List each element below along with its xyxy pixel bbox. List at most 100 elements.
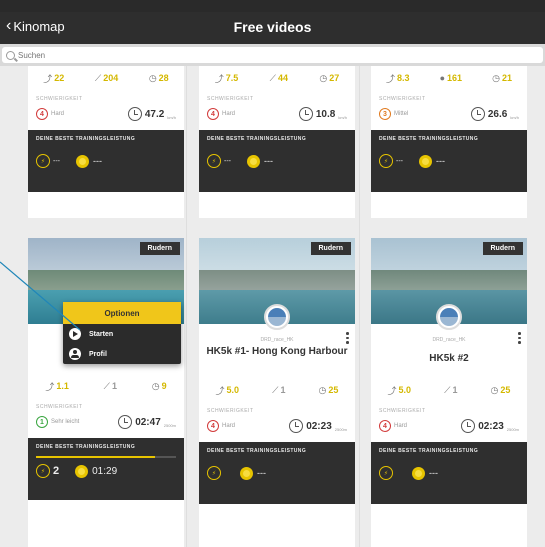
distance-stat: ⤴ 5.0 — [215, 385, 240, 396]
difficulty-text: Hard — [222, 423, 236, 429]
calories: ⚡ — [207, 466, 224, 480]
search-input[interactable] — [18, 50, 418, 60]
best-performance: DEINE BESTE TRAININGSLEISTUNG ⚡ --- --- — [371, 130, 527, 192]
search-box[interactable] — [2, 47, 543, 63]
distance-stat: ⤴ 1.1 — [45, 381, 69, 392]
calories: ⚡ — [379, 466, 396, 480]
difficulty-text: Sehr leicht — [51, 419, 80, 425]
best-time-value: --- — [429, 468, 438, 478]
best-time: --- — [76, 154, 102, 168]
difficulty-row: SCHWIERIGKEIT 4 Hard 10.8 km/h — [199, 90, 355, 130]
calories-value: --- — [224, 157, 231, 165]
time-value: 02:47 — [135, 416, 161, 428]
elevation-stat: ⟋ 44 — [269, 72, 288, 84]
time-unit: 2500m — [163, 422, 176, 428]
calories-value: --- — [396, 157, 403, 165]
video-card[interactable]: ⤴ 7.5 ⟋ 44 ◷ 27 SCHWIERIGKEIT 4 Hard 10.8 km/… — [199, 66, 355, 218]
time-stat: 02:23 2500m — [461, 419, 519, 433]
best-performance: DEINE BESTE TRAININGSLEISTUNG ⚡ --- --- — [28, 130, 184, 192]
best-time-value: 01:29 — [92, 465, 118, 477]
video-card[interactable]: Rudern Lagoonarium ⤴1.1 ⟋1 ◷9 SCHWIERIGK… — [28, 238, 184, 547]
more-options-icon[interactable] — [518, 332, 521, 344]
difficulty-row: SCHWIERIGKEIT 4 Hard 02:23 2500m — [199, 402, 355, 442]
author-name: DRD_race_HK — [260, 337, 294, 343]
flame-icon: ⚡ — [36, 464, 50, 478]
app: ‹ Kinomap Free videos ⤴22 ⟋204 ◷28 SCHWI… — [0, 0, 545, 547]
flame-icon: ⚡ — [36, 154, 50, 168]
menu-item-label: Starten — [89, 330, 114, 338]
flame-icon: ⚡ — [207, 466, 221, 480]
stopwatch-icon: ◷ — [492, 72, 500, 83]
calories: ⚡ --- — [207, 154, 231, 168]
best-performance-label: DEINE BESTE TRAININGSLEISTUNG — [207, 136, 307, 142]
difficulty-badge: 4 Hard — [207, 108, 235, 120]
difficulty-badge: 4 Hard — [379, 420, 407, 432]
elevation-icon: ⟋ — [94, 72, 102, 83]
best-performance: DEINE BESTE TRAININGSLEISTUNG ⚡ 2 01:29 — [28, 438, 184, 500]
clock-icon — [470, 107, 485, 121]
speed-stat: 10.8 km/h — [298, 107, 347, 121]
menu-item-profile[interactable]: Profil — [63, 344, 181, 364]
difficulty-text: Mittel — [394, 111, 409, 117]
best-time-value: --- — [93, 156, 102, 166]
best-time: 01:29 — [75, 464, 118, 478]
difficulty-badge: 3 Mittel — [379, 108, 408, 120]
more-options-icon[interactable] — [346, 332, 349, 344]
best-performance: DEINE BESTE TRAININGSLEISTUNG ⚡ --- --- — [199, 130, 355, 192]
difficulty-text: Hard — [394, 423, 408, 429]
best-time: --- — [247, 154, 273, 168]
difficulty-text: Hard — [51, 111, 65, 117]
distance-icon: ⤴ — [45, 381, 55, 392]
time-value: 02:23 — [306, 420, 332, 432]
search-icon — [6, 50, 15, 60]
avatar[interactable] — [436, 304, 462, 330]
menu-title: Optionen — [63, 302, 181, 324]
stopwatch-icon: ◷ — [490, 384, 499, 395]
search-bar — [0, 44, 545, 66]
calories-value: --- — [53, 157, 60, 165]
difficulty-level: 1 — [36, 416, 48, 428]
best-performance-label: DEINE BESTE TRAININGSLEISTUNG — [207, 448, 307, 454]
best-time-value: --- — [436, 156, 445, 166]
best-performance: DEINE BESTE TRAININGSLEISTUNG ⚡ --- — [199, 442, 355, 504]
best-time-value: --- — [264, 156, 273, 166]
stats-row: ⤴ 8.3 ● 161 ◷ 21 — [371, 66, 527, 90]
video-card[interactable]: Rudern DRD_race_HK HK5k #2 ⤴ 5.0 ⟋ 1 ◷ 25 S… — [371, 238, 527, 547]
stats-row: ⤴ 7.5 ⟋ 44 ◷ 27 — [199, 66, 355, 90]
duration-stat: ◷ 28 — [148, 72, 169, 84]
difficulty-level: 3 — [379, 108, 391, 120]
best-performance-label: DEINE BESTE TRAININGSLEISTUNG — [36, 444, 136, 450]
user-icon — [69, 348, 81, 360]
stopwatch-icon: ◷ — [319, 72, 328, 83]
video-card[interactable]: ⤴ 22 ⟋ 204 ◷ 28 SCHWIERIGKEIT 4 Hard 47.2 km/… — [28, 66, 184, 218]
calories: ⚡ --- — [379, 154, 403, 168]
duration-stat: ◷ 9 — [151, 380, 167, 392]
progress-fill — [36, 456, 155, 458]
navigation-bar: ‹ Kinomap Free videos — [0, 12, 545, 44]
distance-stat: ⤴ 7.5 — [214, 73, 239, 84]
difficulty-level: 4 — [36, 108, 48, 120]
author-name: DRD_race_HK — [432, 337, 466, 343]
difficulty-row: SCHWIERIGKEIT 1 Sehr leicht 02:47 2500m — [28, 398, 184, 438]
video-card[interactable]: Rudern DRD_race_HK HK5k #1- Hong Kong Ha… — [199, 238, 355, 547]
flame-icon: ⚡ — [207, 154, 221, 168]
speed-stat: 26.6 km/h — [470, 107, 519, 121]
speed-unit: km/h — [510, 114, 519, 120]
video-card[interactable]: ⤴ 8.3 ● 161 ◷ 21 SCHWIERIGKEIT 3 Mittel 26.6… — [371, 66, 527, 218]
clock-icon — [118, 415, 133, 429]
calories: ⚡ 2 — [36, 464, 59, 478]
best-time: --- — [419, 154, 445, 168]
clock-icon — [461, 419, 476, 433]
distance-icon: ⤴ — [386, 73, 396, 84]
elevation-stat: ⟋ 1 — [272, 384, 286, 396]
elevation-stat: ⟋ 1 — [103, 380, 117, 392]
difficulty-row: SCHWIERIGKEIT 3 Mittel 26.6 km/h — [371, 90, 527, 130]
stopwatch-icon: ◷ — [148, 72, 157, 83]
stopwatch-icon: ◷ — [318, 384, 327, 395]
elevation-stat: ⟋ 1 — [444, 384, 458, 396]
duration-stat: ◷ 25 — [318, 384, 339, 396]
avatar[interactable] — [264, 304, 290, 330]
stats-row: ⤴ 5.0 ⟋ 1 ◷ 25 — [199, 378, 355, 402]
best-time-value: --- — [257, 468, 266, 478]
menu-item-start[interactable]: Starten — [63, 324, 181, 344]
